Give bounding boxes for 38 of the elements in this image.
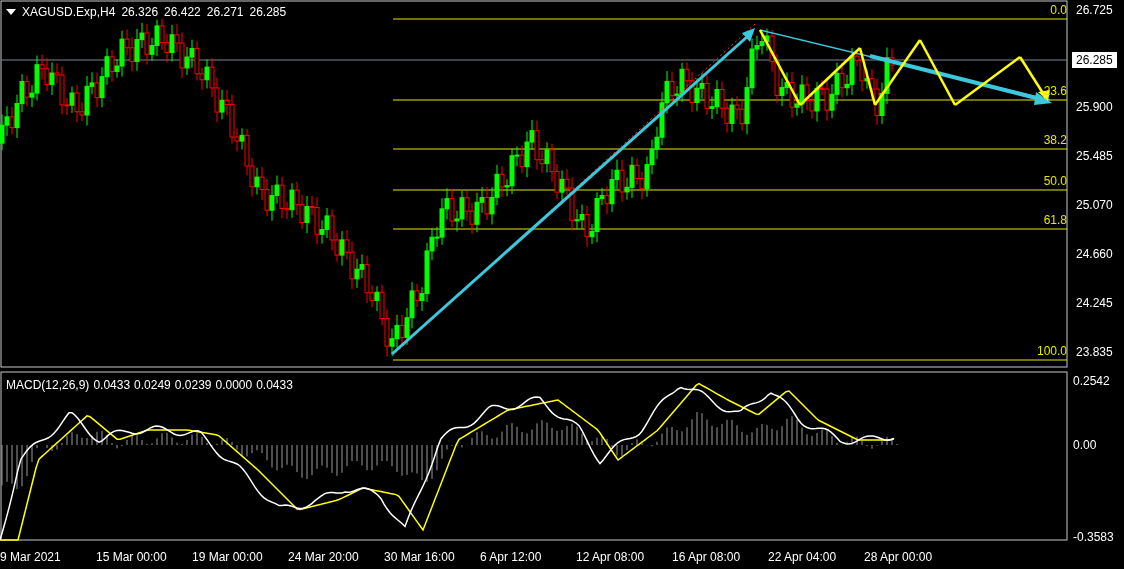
time-tick-label: 12 Apr 08:00: [576, 550, 645, 564]
fib-level-label: 0.0: [1050, 3, 1067, 17]
price-tick-label: 25.485: [1076, 149, 1113, 163]
macd-tick-label: -0.3583: [1073, 530, 1114, 544]
fib-level-label: 61.8: [1043, 213, 1067, 227]
time-tick-label: 22 Apr 04:00: [768, 550, 837, 564]
price-tick-label: 26.725: [1076, 3, 1113, 17]
price-tick-label: 25.900: [1076, 100, 1113, 114]
time-tick-label: 9 Mar 2021: [0, 550, 61, 564]
price-tick-label: 25.070: [1076, 198, 1113, 212]
macd-value: 0.0239: [174, 377, 212, 394]
macd-tick-label: 0.00: [1073, 438, 1097, 452]
time-tick-label: 6 Apr 12:00: [480, 550, 542, 564]
ohlc-value: 26.422: [164, 4, 201, 21]
symbol-label: XAGUSD.Exp,H4: [22, 4, 116, 21]
time-tick-label: 15 Mar 00:00: [96, 550, 167, 564]
fib-level-label: 50.0: [1043, 174, 1067, 188]
macd-value: 0.0433: [93, 377, 131, 394]
macd-value: 0.0000: [215, 377, 253, 394]
time-tick-label: 16 Apr 08:00: [672, 550, 741, 564]
time-tick-label: 19 Mar 00:00: [192, 550, 263, 564]
price-tick-label: 24.245: [1076, 296, 1113, 310]
time-tick-label: 30 Mar 16:00: [384, 550, 455, 564]
dropdown-triangle-icon[interactable]: [6, 9, 16, 15]
current-price-label: 26.285: [1072, 52, 1117, 68]
price-tick-label: 24.660: [1076, 247, 1113, 261]
fib-level-label: 100.0: [1036, 344, 1067, 358]
time-tick-label: 28 Apr 00:00: [864, 550, 933, 564]
macd-tick-label: 0.2542: [1073, 374, 1110, 388]
macd-value: 0.0249: [134, 377, 171, 394]
macd-value: 0.0433: [256, 377, 293, 394]
ohlc-value: 26.326: [121, 4, 159, 21]
time-tick-label: 24 Mar 20:00: [288, 550, 359, 564]
ohlc-value: 26.285: [249, 4, 287, 21]
price-tick-label: 23.835: [1076, 345, 1113, 359]
macd-title: MACD(12,26,9): [6, 377, 90, 394]
fib-level-label: 38.2: [1043, 133, 1067, 147]
ohlc-value: 26.271: [206, 4, 244, 21]
